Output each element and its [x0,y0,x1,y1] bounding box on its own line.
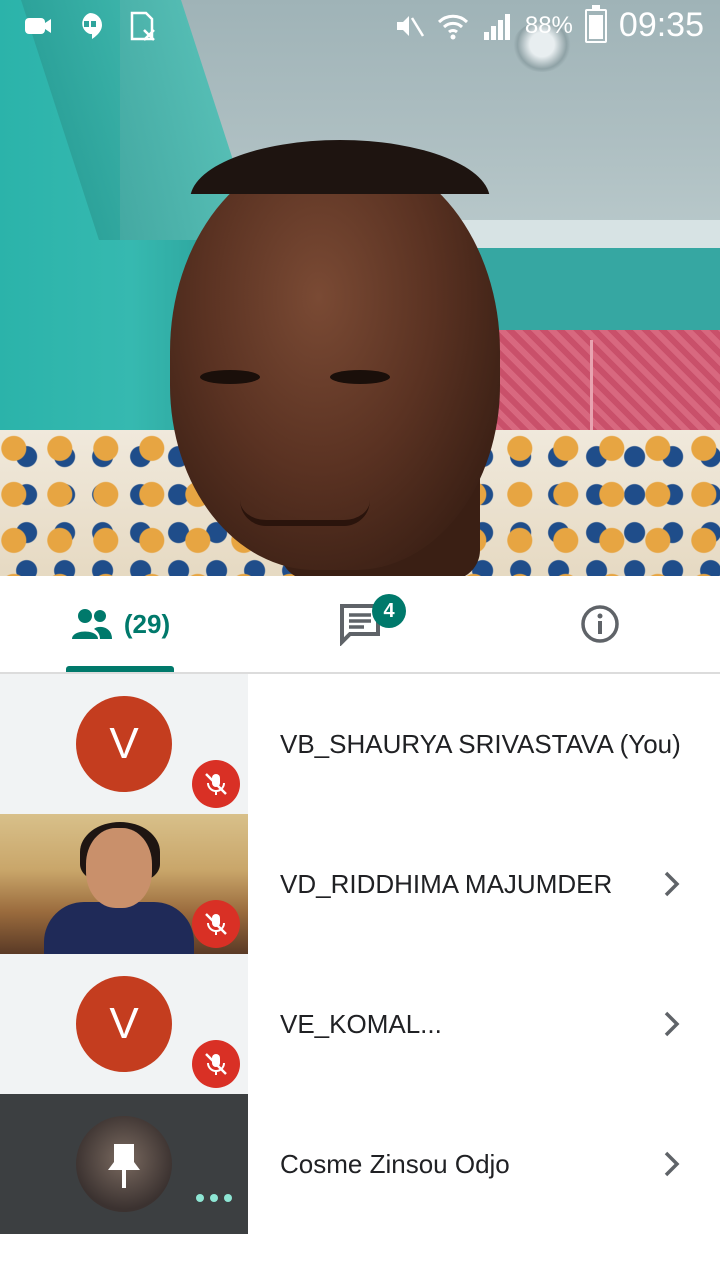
status-bar: 88% 09:35 [0,0,720,52]
chevron-right-icon[interactable] [652,1004,692,1044]
mic-off-icon [205,773,227,795]
mic-off-icon [205,913,227,935]
mic-off-badge [192,760,240,808]
participant-row[interactable]: V VB_SHAURYA SRIVASTAVA (You) [0,674,720,814]
background-molding [440,220,720,248]
participant-thumbnail: V [0,954,248,1094]
speaking-indicator-icon [196,1194,232,1202]
participant-thumbnail [0,1094,248,1234]
meet-notification-icon [25,18,51,34]
sim-off-icon [130,11,155,41]
participant-video-face [86,828,152,908]
info-icon [581,605,619,643]
speaker-eye-left [200,370,260,384]
participant-name: VE_KOMAL... [280,1008,442,1039]
chevron-right-icon[interactable] [652,864,692,904]
participant-video-body [44,902,194,954]
chat-unread-badge: 4 [372,594,406,628]
avatar: V [76,976,172,1072]
participant-row[interactable]: VD_RIDDHIMA MAJUMDER [0,814,720,954]
mic-off-badge [192,900,240,948]
people-icon [71,609,112,639]
participant-count: (29) [123,608,171,639]
participant-thumbnail: V [0,674,248,814]
chevron-right-icon[interactable] [652,1144,692,1184]
status-bar-notifications [22,10,158,42]
status-bar-system: 88% 09:35 [393,4,704,45]
signal-icon [483,13,510,40]
avatar: V [76,696,172,792]
speaker-eye-right [330,370,390,384]
pin-icon [108,1144,140,1188]
tab-info[interactable] [560,576,640,672]
avatar [76,1116,172,1212]
battery-percentage: 88% [524,11,573,39]
tab-bar: (29) [0,576,720,674]
tab-people[interactable]: (29) [60,576,180,672]
participant-name: VB_SHAURYA SRIVASTAVA (You) [280,728,681,759]
battery-icon [584,4,607,43]
participant-name: VD_RIDDHIMA MAJUMDER [280,868,613,899]
hangouts-icon [82,13,102,39]
mic-off-badge [192,1040,240,1088]
participant-row[interactable]: Cosme Zinsou Odjo [0,1094,720,1234]
speaker-mouth [240,500,370,526]
active-tab-indicator [66,666,174,672]
clock: 09:35 [618,6,704,44]
participant-name: Cosme Zinsou Odjo [280,1148,510,1179]
main-video[interactable] [0,0,720,576]
mute-icon [396,15,424,37]
participant-row[interactable]: V VE_KOMAL... [0,954,720,1094]
participant-thumbnail [0,814,248,954]
wifi-icon [437,14,468,39]
mic-off-icon [205,1053,227,1075]
